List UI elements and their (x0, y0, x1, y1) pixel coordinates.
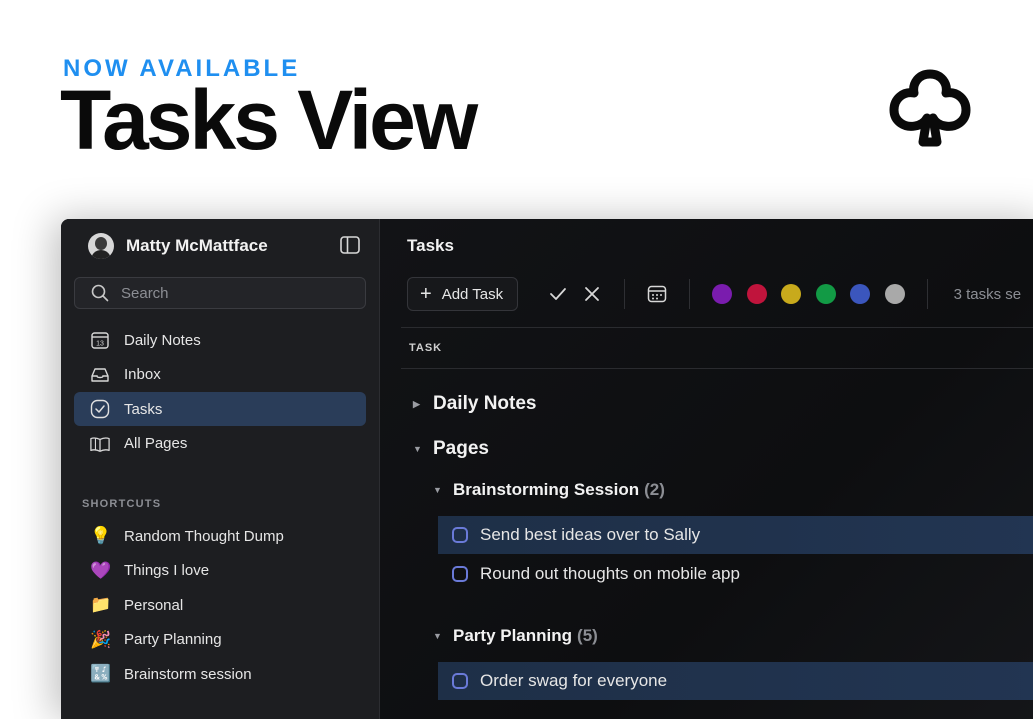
group-pages[interactable]: ▼ Pages (413, 438, 489, 460)
group-title: Pages (433, 438, 489, 459)
task-checkbox[interactable] (452, 527, 468, 543)
caret-right-icon: ▶ (413, 398, 420, 409)
task-checkbox[interactable] (452, 566, 468, 582)
shortcuts-heading: SHORTCUTS (82, 498, 162, 510)
inbox-tray-icon (90, 365, 110, 385)
sidebar-toggle-icon[interactable] (340, 236, 360, 254)
task-row[interactable]: Send best ideas over to Sally (438, 516, 1033, 554)
sidebar-item-inbox[interactable]: Inbox (74, 358, 366, 392)
sidebar-item-label: Tasks (124, 400, 163, 418)
symbols-icon: 🔣 (90, 664, 112, 684)
user-profile[interactable]: Matty McMattface (88, 232, 268, 260)
tasks-toolbar: + Add Task 3 tasks se (407, 277, 1021, 311)
group-title: Daily Notes (433, 393, 537, 414)
task-count: 3 tasks se (953, 285, 1022, 303)
hero-title: Tasks View (60, 73, 478, 167)
group-daily-notes[interactable]: ▶ Daily Notes (413, 393, 536, 415)
task-title: Order swag for everyone (480, 671, 668, 690)
color-swatch-5[interactable] (850, 284, 871, 304)
sidebar-item-tasks[interactable]: Tasks (74, 392, 366, 426)
add-task-label: Add Task (441, 285, 504, 303)
shortcut-random-thought-dump[interactable]: 💡 Random Thought Dump (74, 519, 366, 554)
lightbulb-icon: 💡 (90, 526, 112, 546)
color-swatch-1[interactable] (712, 284, 733, 304)
color-swatch-2[interactable] (746, 284, 767, 304)
task-row[interactable]: Round out thoughts on mobile app (438, 555, 1033, 593)
shortcut-label: Things I love (124, 562, 210, 580)
tasks-main-panel: Tasks + Add Task 3 tasks se TASK ▶ Daily… (380, 219, 1033, 719)
toolbar-divider (689, 279, 691, 309)
folder-icon: 📁 (90, 595, 112, 615)
shortcut-brainstorm-session[interactable]: 🔣 Brainstorm session (74, 657, 366, 692)
check-icon[interactable] (548, 284, 568, 304)
search-input[interactable]: Search (74, 277, 366, 309)
task-title: Send best ideas over to Sally (480, 525, 701, 544)
shortcut-label: Personal (124, 596, 184, 614)
task-title: Round out thoughts on mobile app (480, 564, 740, 583)
group-count: (5) (577, 626, 598, 645)
sidebar-nav: 13 Daily Notes Inbox Tasks All Pages (74, 323, 366, 461)
shortcut-party-planning[interactable]: 🎉 Party Planning (74, 623, 366, 658)
color-swatch-6[interactable] (884, 284, 905, 304)
calendar-13-icon: 13 (90, 330, 110, 350)
shortcut-personal[interactable]: 📁 Personal (74, 588, 366, 623)
sidebar-item-daily-notes[interactable]: 13 Daily Notes (74, 323, 366, 357)
sidebar-item-label: Daily Notes (124, 331, 201, 349)
sidebar-item-all-pages[interactable]: All Pages (74, 427, 366, 461)
sidebar-item-label: All Pages (124, 435, 188, 452)
toolbar-divider (624, 279, 626, 309)
shortcuts-list: 💡 Random Thought Dump 💜 Things I love 📁 … (74, 519, 366, 692)
search-icon (91, 284, 109, 302)
task-row[interactable]: Order swag for everyone (438, 662, 1033, 700)
purple-heart-icon: 💜 (90, 560, 112, 580)
check-circle-icon (90, 399, 110, 419)
color-swatch-3[interactable] (781, 284, 802, 304)
caret-down-icon: ▼ (433, 485, 442, 495)
sidebar-item-label: Inbox (124, 366, 161, 383)
group-title: Brainstorming Session (453, 480, 640, 499)
search-placeholder: Search (121, 284, 169, 302)
add-task-button[interactable]: + Add Task (407, 277, 519, 311)
shortcut-things-i-love[interactable]: 💜 Things I love (74, 554, 366, 589)
group-party-planning[interactable]: ▼ Party Planning (5) (433, 626, 598, 646)
shortcut-label: Brainstorm session (124, 665, 252, 683)
user-name: Matty McMattface (126, 236, 268, 255)
column-header[interactable]: TASK (401, 327, 1033, 369)
shortcut-label: Party Planning (124, 631, 222, 649)
group-count: (2) (644, 480, 665, 499)
group-title: Party Planning (453, 626, 573, 645)
svg-text:13: 13 (96, 341, 104, 348)
color-swatch-4[interactable] (815, 284, 836, 304)
color-filter-group (712, 284, 905, 304)
avatar (88, 233, 114, 259)
page-title: Tasks (407, 236, 454, 255)
calendar-icon[interactable] (647, 284, 667, 304)
party-popper-icon: 🎉 (90, 629, 112, 649)
task-checkbox[interactable] (452, 673, 468, 689)
app-window: Matty McMattface Search 13 Daily Notes I… (61, 219, 1033, 719)
caret-down-icon: ▼ (413, 444, 422, 454)
sidebar: Matty McMattface Search 13 Daily Notes I… (61, 219, 380, 719)
club-logo-icon (889, 69, 971, 147)
group-brainstorming-session[interactable]: ▼ Brainstorming Session (2) (433, 480, 665, 500)
close-icon[interactable] (582, 284, 602, 304)
plus-icon: + (420, 283, 432, 305)
book-pages-icon (90, 434, 110, 454)
shortcut-label: Random Thought Dump (124, 527, 284, 545)
column-header-task: TASK (409, 342, 443, 354)
caret-down-icon: ▼ (433, 631, 442, 641)
toolbar-divider (926, 279, 928, 309)
